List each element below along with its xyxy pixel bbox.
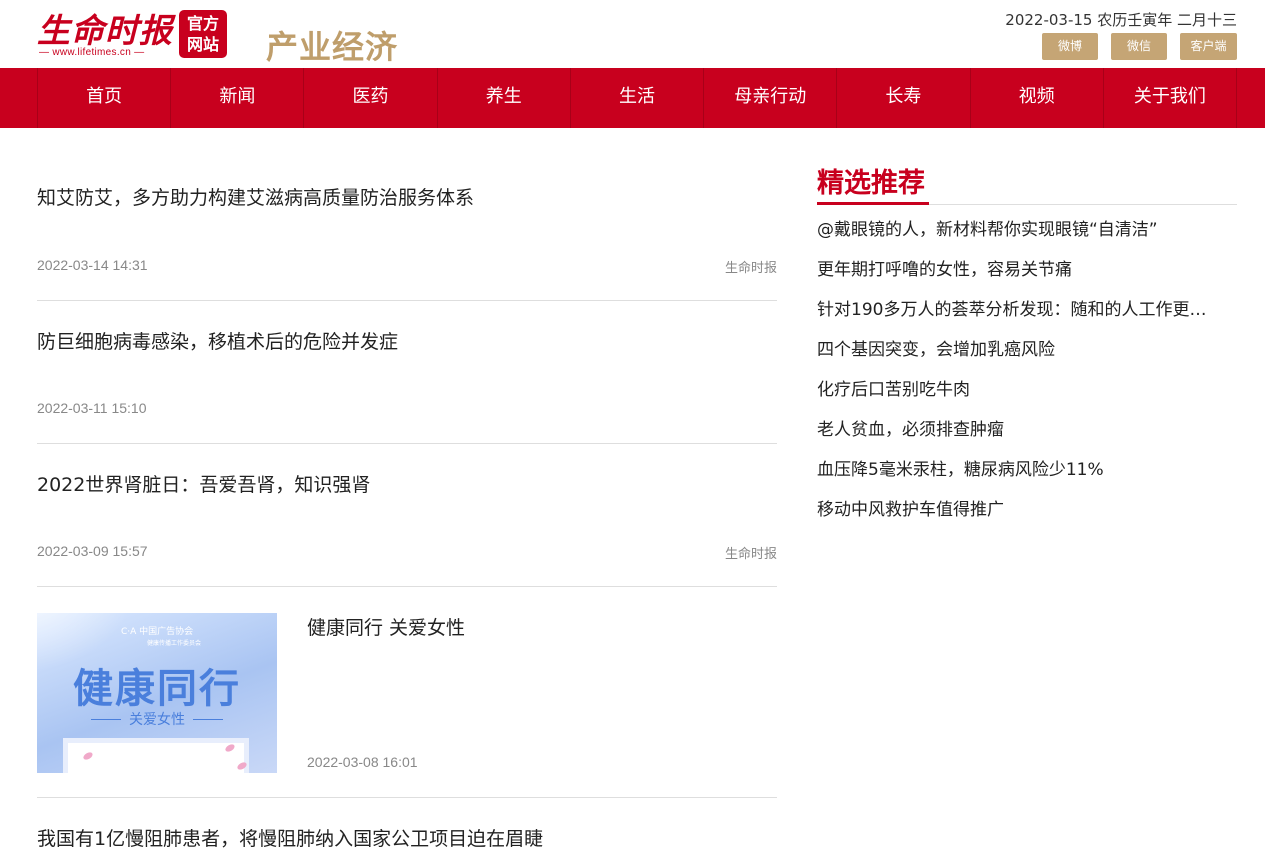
header-date: 2022-03-15 农历壬寅年 二月十三 [1005, 11, 1237, 29]
sidebar-item[interactable]: @戴眼镜的人，新材料帮你实现眼镜“自清洁” [817, 217, 1227, 257]
nav-item-longevity[interactable]: 长寿 [837, 68, 971, 128]
sidebar-heading: 精选推荐 [817, 168, 925, 199]
nav-item-mother-action[interactable]: 母亲行动 [704, 68, 838, 128]
site-header: 生命时报 — www.lifetimes.cn — 官方 网站 产业经济 202… [0, 0, 1265, 68]
client-app-button[interactable]: 客户端 [1180, 33, 1237, 60]
sidebar-item[interactable]: 老人贫血，必须排查肿瘤 [817, 417, 1227, 457]
nav-item-video[interactable]: 视频 [971, 68, 1104, 128]
main-nav: 首页 新闻 医药 养生 生活 母亲行动 长寿 视频 关于我们 [0, 68, 1265, 128]
nav-item-medicine[interactable]: 医药 [304, 68, 438, 128]
article-source: 生命时报 [724, 547, 777, 562]
article-title[interactable]: 防巨细胞病毒感染，移植术后的危险并发症 [37, 327, 398, 354]
thumbnail-subtitle: 关爱女性 [129, 712, 185, 728]
article-time: 2022-03-14 14:31 [37, 257, 148, 273]
sidebar-heading-underline [817, 202, 929, 205]
nav-item-life[interactable]: 生活 [571, 68, 705, 128]
thumbnail-org-sub: 健康传播工作委员会 [147, 640, 202, 647]
weibo-button[interactable]: 微博 [1042, 33, 1098, 60]
thumbnail-org-label: C·A 中国广告协会 [121, 627, 194, 637]
list-item: 2022世界肾脏日：吾爱吾肾，知识强肾 2022-03-09 15:57 生命时… [37, 444, 777, 587]
article-thumbnail[interactable]: C·A 中国广告协会 健康传播工作委员会 健康同行 关爱女性 [37, 613, 277, 773]
article-source: 生命时报 [724, 261, 777, 276]
nav-item-wellness[interactable]: 养生 [438, 68, 571, 128]
sidebar-item[interactable]: 化疗后口苦别吃牛肉 [817, 377, 1227, 417]
sidebar-item[interactable]: 移动中风救护车值得推广 [817, 497, 1227, 537]
section-title: 产业经济 [266, 28, 399, 66]
sidebar-list: @戴眼镜的人，新材料帮你实现眼镜“自清洁” 更年期打呼噜的女性，容易关节痛 针对… [817, 217, 1237, 537]
nav-item-home[interactable]: 首页 [38, 68, 172, 128]
article-time: 2022-03-09 15:57 [37, 543, 148, 559]
article-title[interactable]: 2022世界肾脏日：吾爱吾肾，知识强肾 [37, 470, 370, 497]
article-title[interactable]: 健康同行 关爱女性 [307, 613, 465, 640]
nav-item-about[interactable]: 关于我们 [1104, 68, 1237, 128]
logo-text: 生命时报 [37, 11, 173, 50]
sidebar-item[interactable]: 针对190多万人的荟萃分析发现：随和的人工作更… [817, 297, 1227, 337]
official-badge-line1: 官方 [186, 14, 219, 33]
article-time: 2022-03-08 16:01 [307, 754, 418, 770]
article-title[interactable]: 知艾防艾，多方助力构建艾滋病高质量防治服务体系 [37, 183, 474, 210]
nav-item-news[interactable]: 新闻 [171, 68, 305, 128]
list-item: C·A 中国广告协会 健康传播工作委员会 健康同行 关爱女性 健康同行 关爱女性… [37, 587, 777, 798]
weixin-button[interactable]: 微信 [1111, 33, 1167, 60]
article-title[interactable]: 我国有1亿慢阻肺患者，将慢阻肺纳入国家公卫项目迫在眉睫 [37, 824, 543, 851]
logo-url: — www.lifetimes.cn — [39, 47, 145, 58]
thumbnail-title: 健康同行 [73, 666, 241, 712]
list-item: 防巨细胞病毒感染，移植术后的危险并发症 2022-03-11 15:10 [37, 301, 777, 444]
sidebar-item[interactable]: 四个基因突变，会增加乳癌风险 [817, 337, 1227, 377]
list-item: 知艾防艾，多方助力构建艾滋病高质量防治服务体系 2022-03-14 14:31… [37, 128, 777, 301]
nav-items: 首页 新闻 医药 养生 生活 母亲行动 长寿 视频 关于我们 [37, 68, 1237, 128]
official-badge-line2: 网站 [186, 35, 219, 54]
article-time: 2022-03-11 15:10 [37, 400, 147, 416]
list-item: 我国有1亿慢阻肺患者，将慢阻肺纳入国家公卫项目迫在眉睫 [37, 798, 777, 859]
sidebar-item[interactable]: 血压降5毫米汞柱，糖尿病风险少11% [817, 457, 1227, 497]
sidebar-item[interactable]: 更年期打呼噜的女性，容易关节痛 [817, 257, 1227, 297]
site-logo[interactable]: 生命时报 — www.lifetimes.cn — [37, 4, 173, 60]
official-site-badge: 官方 网站 [179, 10, 227, 58]
